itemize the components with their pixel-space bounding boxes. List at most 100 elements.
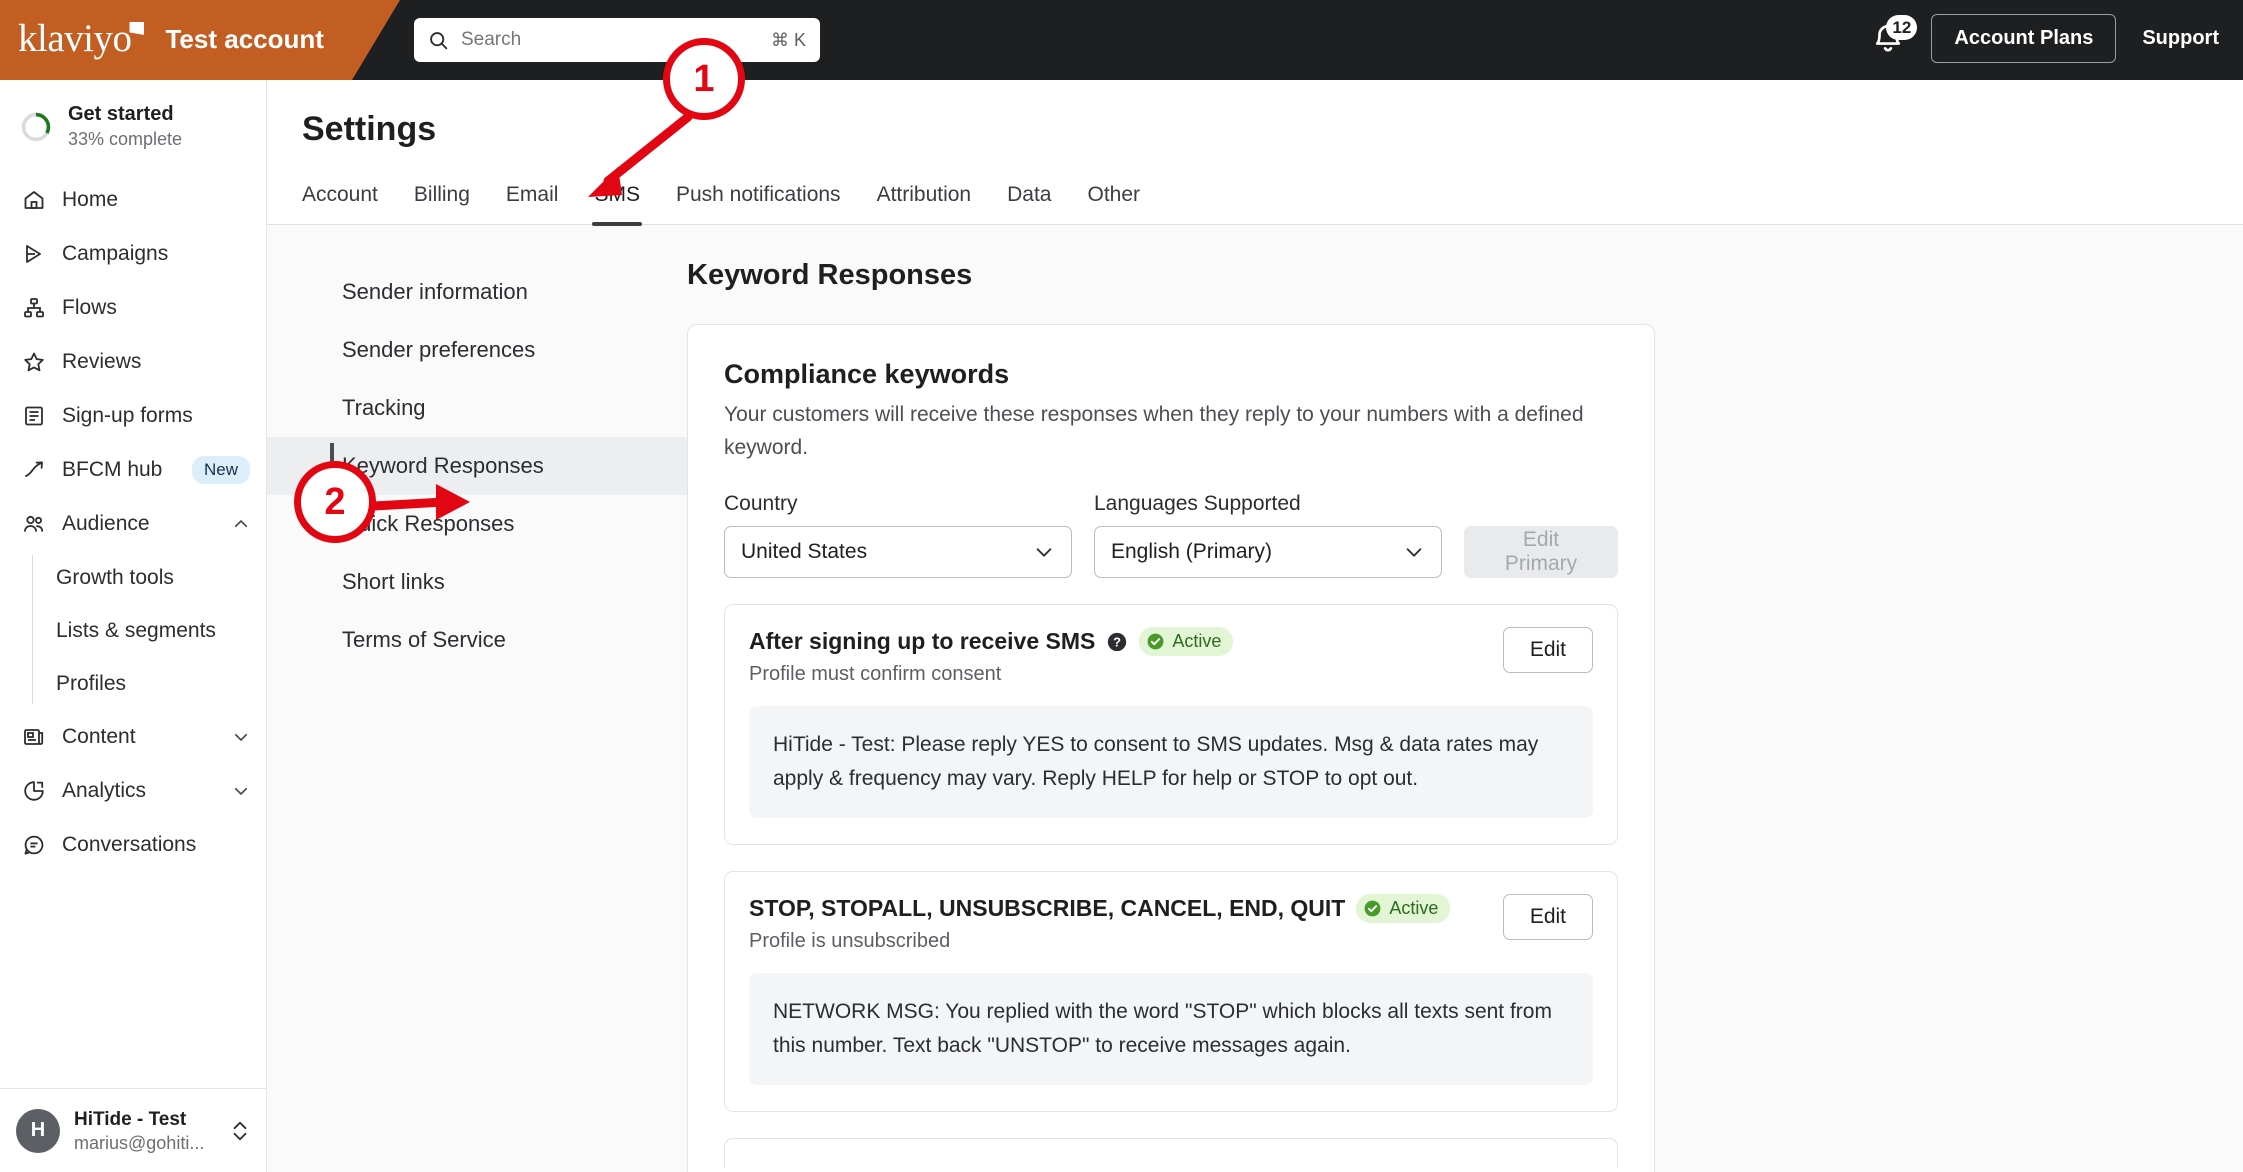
subnav-short-links[interactable]: Short links	[267, 553, 687, 611]
keyword-block: After signing up to receive SMS ? Active…	[724, 604, 1618, 845]
tab-data[interactable]: Data	[989, 183, 1069, 224]
languages-value: English (Primary)	[1111, 540, 1273, 563]
keyword-subtitle: Profile must confirm consent	[749, 663, 1002, 685]
status-label: Active	[1172, 631, 1222, 651]
keyword-block-header: STOP, STOPALL, UNSUBSCRIBE, CANCEL, END,…	[749, 894, 1593, 953]
chart-pie-icon	[24, 781, 44, 801]
edit-button[interactable]: Edit	[1502, 894, 1593, 940]
notifications-button[interactable]: 12	[1871, 14, 1918, 56]
subnav-terms-of-service[interactable]: Terms of Service	[267, 611, 687, 669]
sidebar-subitem-label: Growth tools	[56, 565, 174, 589]
new-badge: New	[191, 456, 250, 484]
sidebar-item-flows[interactable]: Flows	[0, 281, 266, 335]
tab-sms[interactable]: SMS	[576, 183, 658, 226]
sidebar-subitem-lists-segments[interactable]: Lists & segments	[34, 604, 266, 657]
edit-button[interactable]: Edit	[1502, 627, 1593, 673]
subnav-sender-preferences[interactable]: Sender preferences	[267, 321, 687, 379]
sidebar-item-audience[interactable]: Audience	[0, 497, 266, 551]
account-switcher[interactable]: H HiTide - Test marius@gohiti...	[0, 1088, 267, 1172]
top-right-actions: 12 Account Plans Support	[1871, 14, 2219, 63]
svg-text:?: ?	[1113, 634, 1121, 649]
subnav-keyword-responses[interactable]: Keyword Responses	[267, 437, 687, 495]
subnav-quick-responses[interactable]: Quick Responses	[267, 495, 687, 553]
sidebar-item-content[interactable]: Content	[0, 710, 266, 764]
flows-icon	[24, 298, 44, 318]
compliance-keywords-card: Compliance keywords Your customers will …	[687, 324, 1655, 1172]
people-icon	[24, 515, 44, 532]
tab-attribution[interactable]: Attribution	[859, 183, 990, 224]
sidebar: Get started 33% complete Home Campaigns …	[0, 80, 267, 1172]
klaviyo-logo[interactable]: klaviyo	[18, 14, 145, 64]
tab-billing[interactable]: Billing	[396, 183, 488, 224]
sidebar-subitem-growth-tools[interactable]: Growth tools	[34, 551, 266, 604]
subnav-tracking[interactable]: Tracking	[267, 379, 687, 437]
get-started-progress-label: 33% complete	[68, 129, 183, 149]
progress-ring-icon	[21, 112, 51, 141]
keyword-title-row: STOP, STOPALL, UNSUBSCRIBE, CANCEL, END,…	[749, 894, 1451, 923]
languages-field: Languages Supported English (Primary)	[1094, 492, 1442, 578]
sidebar-subitem-profiles[interactable]: Profiles	[34, 657, 266, 710]
sidebar-item-label: Home	[62, 188, 119, 211]
star-icon	[24, 352, 44, 372]
sidebar-item-signup-forms[interactable]: Sign-up forms	[0, 389, 266, 443]
sidebar-item-campaigns[interactable]: Campaigns	[0, 227, 266, 281]
chevron-up-down-icon	[233, 1121, 247, 1140]
sidebar-item-label: BFCM hub	[62, 458, 163, 481]
sidebar-item-bfcm-hub[interactable]: BFCM hub New	[0, 443, 266, 497]
chevron-down-icon	[234, 787, 248, 795]
home-icon	[24, 191, 44, 209]
content-icon	[24, 729, 44, 745]
keyword-responses-panel: Keyword Responses Compliance keywords Yo…	[687, 225, 2243, 1172]
tab-other[interactable]: Other	[1069, 183, 1158, 224]
chevron-down-icon	[234, 733, 248, 741]
avatar: H	[16, 1108, 60, 1153]
account-name[interactable]: Test account	[165, 14, 323, 64]
tab-account[interactable]: Account	[302, 183, 396, 224]
status-label: Active	[1389, 898, 1439, 918]
subnav-sender-information[interactable]: Sender information	[267, 263, 687, 321]
country-select[interactable]: United States	[724, 526, 1072, 578]
content-heading: Keyword Responses	[687, 259, 973, 291]
status-badge: Active	[1139, 627, 1234, 656]
country-field: Country United States	[724, 492, 1072, 578]
edit-primary-button[interactable]: Edit Primary	[1464, 526, 1618, 578]
sidebar-item-analytics[interactable]: Analytics	[0, 764, 266, 818]
help-icon[interactable]: ?	[1106, 631, 1128, 653]
languages-label: Languages Supported	[1094, 492, 1301, 515]
sidebar-subitem-label: Profiles	[56, 671, 127, 695]
page-title: Settings	[302, 110, 437, 148]
keyword-message: NETWORK MSG: You replied with the word "…	[749, 973, 1593, 1085]
chevron-down-icon	[1406, 548, 1422, 557]
settings-tabs: Account Billing Email SMS Push notificat…	[267, 149, 2243, 226]
klaviyo-logo-text: klaviyo	[18, 17, 132, 60]
keyword-title: After signing up to receive SMS	[749, 628, 1096, 654]
account-plans-button[interactable]: Account Plans	[1931, 14, 2117, 63]
tab-email[interactable]: Email	[488, 183, 577, 224]
sidebar-subitem-label: Lists & segments	[56, 618, 216, 642]
sidebar-item-reviews[interactable]: Reviews	[0, 335, 266, 389]
check-circle-icon	[1147, 633, 1164, 650]
search-box[interactable]: ⌘ K	[414, 18, 820, 62]
card-description: Your customers will receive these respon…	[724, 403, 1584, 459]
sidebar-item-label: Content	[62, 725, 136, 748]
keyword-title: STOP, STOPALL, UNSUBSCRIBE, CANCEL, END,…	[749, 895, 1346, 921]
sidebar-item-conversations[interactable]: Conversations	[0, 818, 266, 872]
languages-select[interactable]: English (Primary)	[1094, 526, 1442, 578]
support-link[interactable]: Support	[2142, 27, 2219, 50]
notification-count-badge: 12	[1886, 14, 1918, 40]
chevron-up-icon	[234, 520, 248, 528]
form-icon	[25, 406, 43, 426]
chat-icon	[24, 835, 44, 855]
main-content: Settings Account Billing Email SMS Push …	[267, 80, 2243, 1172]
keyword-subtitle: Profile is unsubscribed	[749, 930, 951, 952]
country-label: Country	[724, 492, 798, 515]
klaviyo-logo-flag-icon	[129, 22, 145, 35]
account-email: marius@gohiti...	[74, 1132, 205, 1153]
search-input[interactable]	[461, 29, 759, 51]
tab-push-notifications[interactable]: Push notifications	[658, 183, 859, 224]
sms-subnav: Sender information Sender preferences Tr…	[267, 225, 687, 1172]
get-started-title: Get started	[68, 103, 174, 125]
get-started-item[interactable]: Get started 33% complete	[0, 80, 266, 173]
sidebar-item-home[interactable]: Home	[0, 173, 266, 227]
sidebar-item-label: Campaigns	[62, 242, 169, 265]
